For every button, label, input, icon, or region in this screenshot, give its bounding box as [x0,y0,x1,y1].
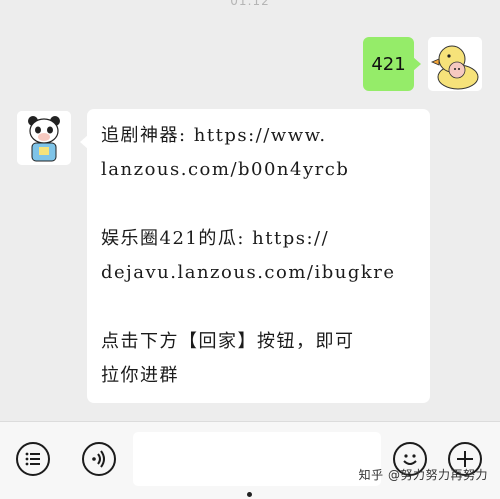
home-indicator [247,492,252,497]
voice-button[interactable] [82,442,116,476]
my-avatar[interactable] [428,37,482,91]
status-time: 01:12 [230,0,270,8]
message-line: 娱乐圈421的瓜: https:// [101,228,330,249]
my-message-text: 421 [371,53,406,75]
contact-avatar[interactable] [17,111,71,165]
message-line: 追剧神器: https://www. [101,125,327,146]
contact-message-bubble[interactable]: 追剧神器: https://www. lanzous.com/b00n4yrcb… [80,109,430,403]
voice-icon [92,450,105,468]
list-menu-icon [25,452,40,466]
message-input[interactable] [133,432,381,486]
message-line: 拉你进群 [101,365,179,386]
zhihu-watermark: 知乎 @努力努力再努力 [358,468,488,482]
my-message-bubble[interactable]: 421 [363,37,421,91]
duck-avatar-icon [428,37,482,91]
menu-button[interactable] [16,442,50,476]
message-link[interactable]: dejavu.lanzous.com/ibugkre [101,256,418,290]
message-line: 点击下方【回家】按钮，即可 [101,331,355,352]
panda-avatar-icon [17,111,71,165]
chat-input-toolbar: 知乎 @努力努力再努力 [0,421,500,499]
message-link[interactable]: lanzous.com/b00n4yrcb [101,153,418,187]
